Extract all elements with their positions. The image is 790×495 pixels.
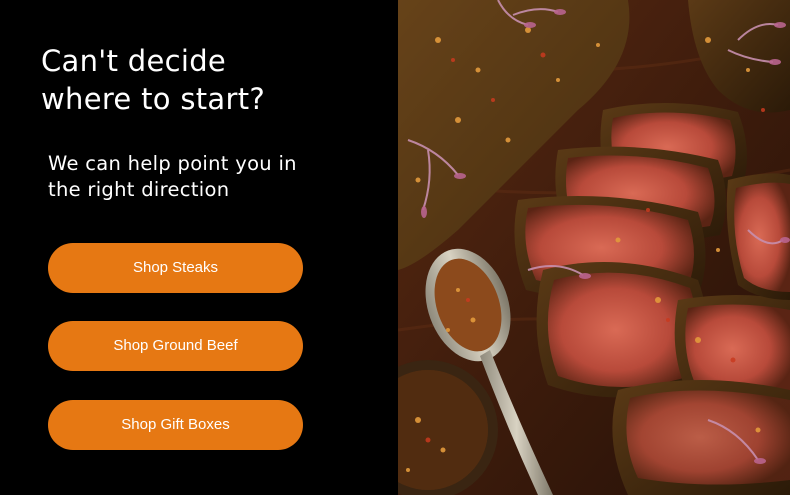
headline-line-1: Can't decide <box>41 44 227 78</box>
shop-ground-beef-button[interactable]: Shop Ground Beef <box>48 321 303 371</box>
shop-steaks-button[interactable]: Shop Steaks <box>48 243 303 293</box>
sliced-steak-photo <box>398 0 790 495</box>
subtext-line-2: the right direction <box>48 178 230 201</box>
promo-banner: Can't decide where to start? We can help … <box>0 0 790 495</box>
shop-gift-boxes-button[interactable]: Shop Gift Boxes <box>48 400 303 450</box>
subtext-line-1: We can help point you in <box>48 152 297 175</box>
promo-headline: Can't decide where to start? <box>41 42 341 118</box>
headline-line-2: where to start? <box>41 82 266 116</box>
promo-panel: Can't decide where to start? We can help … <box>0 0 398 495</box>
steak-illustration <box>398 0 790 495</box>
promo-subtext: We can help point you in the right direct… <box>48 151 368 203</box>
